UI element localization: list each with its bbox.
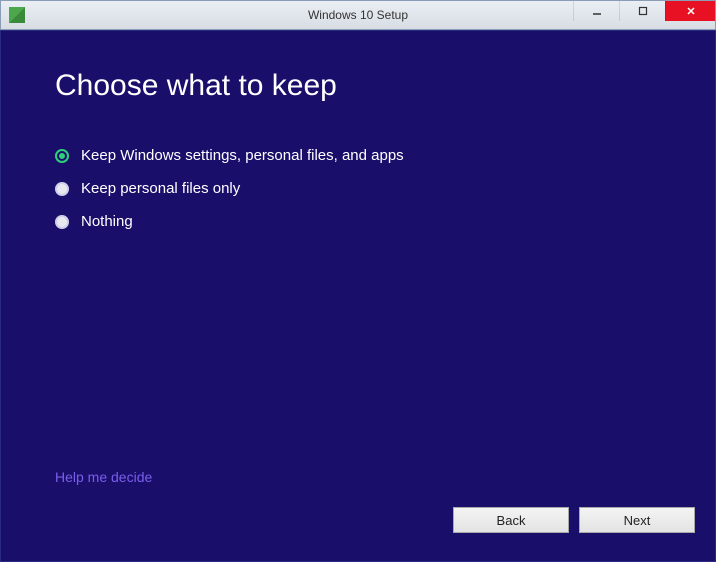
- close-button[interactable]: [665, 1, 715, 21]
- window-controls: [573, 1, 715, 21]
- app-icon: [9, 7, 25, 23]
- page-heading: Choose what to keep: [55, 69, 661, 103]
- option-label: Keep Windows settings, personal files, a…: [81, 147, 404, 164]
- footer-buttons: Back Next: [453, 507, 695, 533]
- help-link[interactable]: Help me decide: [55, 469, 152, 485]
- minimize-button[interactable]: [573, 1, 619, 21]
- titlebar: Windows 10 Setup: [0, 0, 716, 30]
- option-keep-all[interactable]: Keep Windows settings, personal files, a…: [55, 147, 661, 164]
- options-group: Keep Windows settings, personal files, a…: [55, 147, 661, 230]
- option-nothing[interactable]: Nothing: [55, 213, 661, 230]
- radio-icon: [55, 215, 69, 229]
- option-keep-files[interactable]: Keep personal files only: [55, 180, 661, 197]
- radio-icon: [55, 182, 69, 196]
- content-area: Choose what to keep Keep Windows setting…: [0, 30, 716, 562]
- maximize-button[interactable]: [619, 1, 665, 21]
- option-label: Nothing: [81, 213, 133, 230]
- next-button[interactable]: Next: [579, 507, 695, 533]
- back-button[interactable]: Back: [453, 507, 569, 533]
- option-label: Keep personal files only: [81, 180, 240, 197]
- radio-icon: [55, 149, 69, 163]
